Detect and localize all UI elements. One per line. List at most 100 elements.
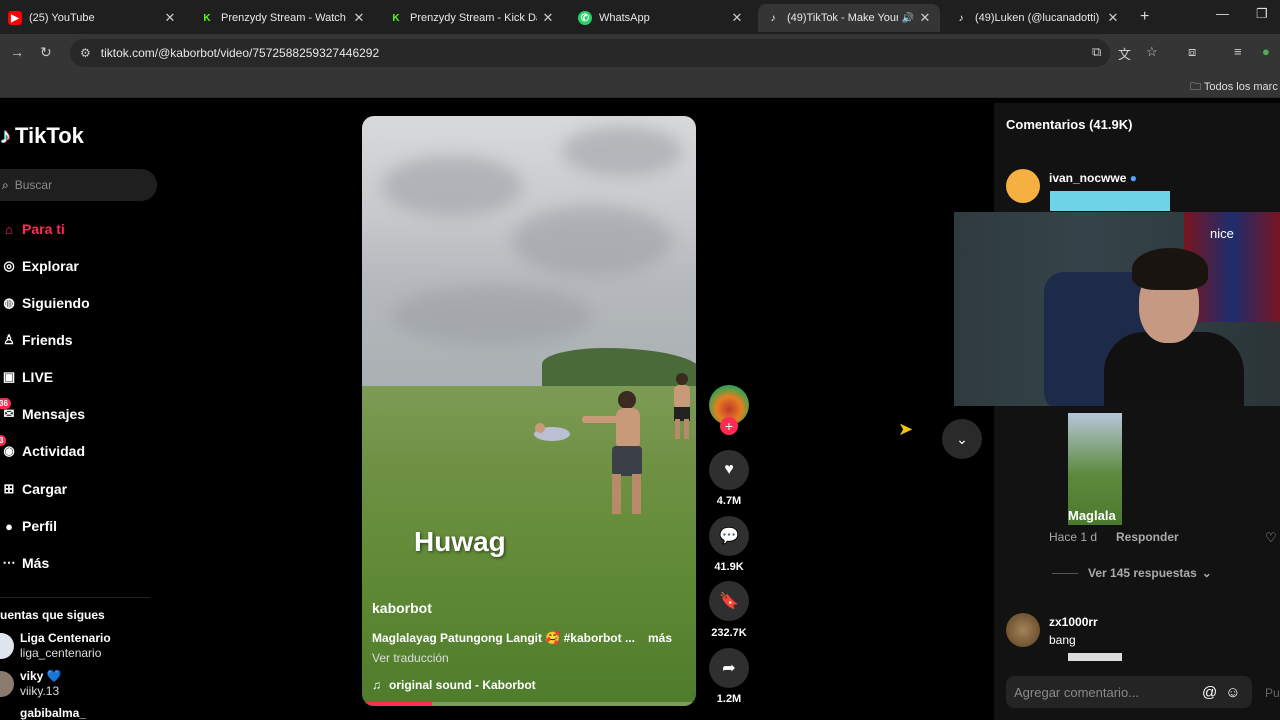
close-icon[interactable]: ✕	[352, 10, 366, 26]
close-icon[interactable]: ✕	[918, 10, 932, 26]
extensions-icon[interactable]: ⧈	[1188, 44, 1196, 60]
more-icon: ⋯	[2, 555, 16, 570]
forward-icon[interactable]: →	[10, 44, 24, 60]
video-player[interactable]: Huwag kaborbot Maglalayag Patungong Lang…	[362, 116, 696, 706]
close-icon[interactable]: ✕	[730, 10, 744, 26]
like-count: 4.7M	[716, 495, 742, 507]
close-icon[interactable]: ✕	[1106, 10, 1120, 26]
emoji-icon[interactable]: ☺	[1225, 684, 1240, 701]
activity-icon: ◉ 3	[0, 435, 18, 459]
live-icon: ▣	[2, 369, 16, 384]
cloud	[392, 286, 592, 346]
site-info-icon[interactable]: ⚙	[80, 46, 91, 60]
following-name: viky 💙	[20, 669, 62, 683]
sidebar-item-actividad[interactable]: ◉ 3 Actividad	[0, 435, 86, 466]
tab-tiktok-profile[interactable]: ♪ (49)Luken (@lucanadotti) | Ti ✕	[946, 4, 1128, 32]
install-app-icon[interactable]: ⧉	[1092, 44, 1101, 60]
speaker-icon[interactable]: 🔊	[902, 13, 914, 24]
comment-button[interactable]: 💬	[709, 516, 749, 556]
kick-icon: K	[392, 12, 400, 24]
tab-kick-dashboard[interactable]: K Prenzydy Stream - Kick Dashb ✕	[381, 4, 563, 32]
tab-whatsapp[interactable]: ✆ WhatsApp ✕	[570, 4, 752, 32]
maximize-icon[interactable]: ❐	[1256, 6, 1268, 22]
sidebar-item-live[interactable]: ▣ LIVE	[0, 362, 53, 392]
translate-link[interactable]: Ver traducción	[372, 651, 449, 665]
sidebar-item-friends[interactable]: ♙ Friends	[0, 325, 72, 355]
following-account[interactable]: Liga Centenario liga_centenario	[0, 631, 111, 661]
browser-toolbar: → ↻ ⚙ tiktok.com/@kaborbot/video/7572588…	[0, 34, 1280, 72]
cloud	[512, 206, 672, 276]
search-input[interactable]	[14, 178, 135, 192]
sidebar-item-label: LIVE	[22, 369, 54, 385]
sidebar-item-cargar[interactable]: ⊞ Cargar	[0, 474, 68, 504]
sidebar-item-para-ti[interactable]: ⌂ Para ti	[0, 214, 65, 244]
sidebar: ♪ TikTok ⌕ ⌂ Para ti ◎ Explorar ◍ Siguie…	[0, 103, 160, 720]
post-button[interactable]: Pu	[1265, 686, 1280, 700]
comments-title: Comentarios (41.9K)	[1006, 117, 1133, 132]
video-person-far	[674, 373, 690, 439]
like-button[interactable]: ♥	[709, 450, 749, 490]
sidebar-item-label: Más	[22, 555, 50, 571]
tab-tiktok-active[interactable]: ♪ (49)TikTok - Make Your D 🔊 ✕	[758, 4, 940, 32]
mention-icon[interactable]: @	[1202, 684, 1217, 701]
tab-title: WhatsApp	[599, 12, 650, 24]
chevron-down-icon: ⌄	[1201, 566, 1212, 580]
comments-panel: Comentarios (41.9K) ivan_nocwwe ● Maglal…	[994, 103, 1280, 720]
tab-title: (25) YouTube	[29, 12, 95, 24]
reply-button[interactable]: Responder	[1116, 530, 1179, 544]
new-tab-button[interactable]: +	[1140, 8, 1149, 26]
tab-youtube[interactable]: ▶ (25) YouTube ✕	[0, 4, 185, 32]
sidebar-item-label: Explorar	[22, 258, 79, 274]
browser-tab-bar: ▶ (25) YouTube ✕ K Prenzydy Stream - Wat…	[0, 0, 1280, 34]
view-replies-label: Ver 145 respuestas	[1088, 566, 1197, 580]
sidebar-item-perfil[interactable]: ● Perfil	[0, 511, 57, 541]
tiktok-logo[interactable]: ♪ TikTok	[0, 123, 84, 149]
comment-like-icon[interactable]: ♡	[1265, 530, 1277, 546]
sidebar-item-siguiendo[interactable]: ◍ Siguiendo	[0, 288, 89, 318]
video-overlay-caption: Huwag	[414, 526, 506, 557]
bookmarks-bar: 🗀 Todos los marc	[0, 72, 1280, 98]
following-account[interactable]: viky 💙 viiky.13	[0, 669, 62, 699]
comment-sticker	[1050, 191, 1170, 211]
tab-kick-watch[interactable]: K Prenzydy Stream - Watch Liv ✕	[192, 4, 374, 32]
reload-icon[interactable]: ↻	[40, 44, 52, 61]
view-replies-button[interactable]: Ver 145 respuestas ⌄	[1052, 566, 1212, 580]
profile-avatar-icon[interactable]: ●	[1262, 44, 1270, 59]
close-icon[interactable]: ✕	[541, 10, 555, 26]
sidebar-item-label: Actividad	[22, 443, 86, 459]
video-sound[interactable]: ♫ original sound - Kaborbot	[372, 678, 536, 692]
video-progress-bar[interactable]	[362, 702, 696, 706]
comment-image-caption: Maglala	[1068, 508, 1116, 523]
save-button[interactable]: 🔖	[709, 581, 749, 621]
comment-input-box[interactable]: @ ☺	[1006, 676, 1252, 708]
kick-icon: K	[203, 12, 211, 24]
following-name: Liga Centenario	[20, 631, 111, 645]
sidebar-item-mas[interactable]: ⋯ Más	[0, 548, 50, 578]
address-bar[interactable]: ⚙ tiktok.com/@kaborbot/video/75725882593…	[70, 39, 1110, 67]
video-author[interactable]: kaborbot	[372, 600, 432, 616]
following-account[interactable]: gabibalma_	[0, 706, 86, 720]
translate-icon[interactable]: 文	[1118, 44, 1131, 63]
sidebar-item-mensajes[interactable]: ✉ 36 Mensajes	[0, 398, 85, 429]
avatar[interactable]	[1006, 613, 1040, 647]
tab-title: Prenzydy Stream - Kick Dashb	[410, 12, 537, 24]
bookmark-star-icon[interactable]: ☆	[1146, 44, 1158, 60]
comment-input[interactable]	[1014, 684, 1194, 700]
sidebar-divider	[0, 597, 150, 598]
all-bookmarks-folder[interactable]: 🗀 Todos los marc	[1190, 78, 1278, 97]
tiktok-icon: ♪	[770, 12, 776, 24]
comment-username[interactable]: ivan_nocwwe ●	[1049, 171, 1137, 185]
minimize-icon[interactable]: —	[1216, 6, 1229, 21]
comment-username[interactable]: zx1000rr	[1049, 615, 1098, 629]
search-box[interactable]: ⌕	[0, 169, 157, 201]
next-video-button[interactable]: ⌄	[942, 419, 982, 459]
share-button[interactable]: ➦	[709, 648, 749, 688]
cloud	[562, 126, 682, 176]
more-link[interactable]: más	[648, 631, 672, 645]
friends-icon: ♙	[3, 332, 15, 347]
sidebar-item-explorar[interactable]: ◎ Explorar	[0, 251, 79, 281]
follow-plus-icon[interactable]: +	[720, 417, 738, 435]
avatar[interactable]	[1006, 169, 1040, 203]
media-control-icon[interactable]: ≡	[1234, 44, 1242, 59]
close-icon[interactable]: ✕	[163, 10, 177, 26]
